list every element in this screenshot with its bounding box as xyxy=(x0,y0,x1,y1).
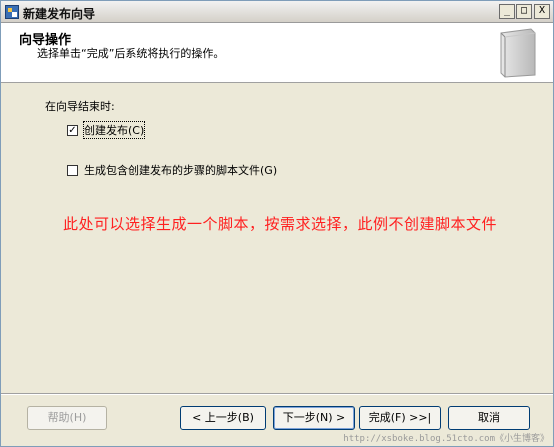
footer-divider xyxy=(1,393,553,395)
finish-button[interactable]: 完成(F) >>| xyxy=(359,406,441,430)
maximize-button[interactable]: □ xyxy=(516,4,532,19)
create-publication-option[interactable]: ✓ 创建发布(C) xyxy=(67,121,146,139)
generate-script-option[interactable]: 生成包含创建发布的步骤的脚本文件(G) xyxy=(67,162,277,178)
create-publication-checkbox[interactable]: ✓ xyxy=(67,124,78,136)
help-button[interactable]: 帮助(H) xyxy=(27,406,107,430)
page-subtitle: 选择单击“完成”后系统将执行的操作。 xyxy=(37,47,225,60)
back-button[interactable]: < 上一步(B) xyxy=(180,406,266,430)
wizard-header: 向导操作 选择单击“完成”后系统将执行的操作。 xyxy=(1,23,553,83)
close-button[interactable]: X xyxy=(534,4,550,19)
wizard-book-icon xyxy=(500,28,536,78)
minimize-button[interactable]: _ xyxy=(499,4,515,19)
app-icon xyxy=(5,5,19,19)
next-button[interactable]: 下一步(N) > xyxy=(273,406,355,430)
annotation-text: 此处可以选择生成一个脚本，按需求选择，此例不创建脚本文件 xyxy=(63,215,498,233)
watermark-text: http://xsboke.blog.51cto.com《小生博客》 xyxy=(343,434,549,444)
generate-script-checkbox[interactable] xyxy=(67,164,78,176)
title-bar[interactable]: 新建发布向导 _ □ X xyxy=(1,1,553,23)
wizard-window: 新建发布向导 _ □ X 向导操作 选择单击“完成”后系统将执行的操作。 在向导… xyxy=(0,0,554,447)
window-title: 新建发布向导 xyxy=(23,7,96,21)
section-label: 在向导结束时: xyxy=(45,100,115,113)
generate-script-label: 生成包含创建发布的步骤的脚本文件(G) xyxy=(84,164,278,177)
create-publication-label: 创建发布(C) xyxy=(82,121,146,139)
cancel-button[interactable]: 取消 xyxy=(448,406,530,430)
